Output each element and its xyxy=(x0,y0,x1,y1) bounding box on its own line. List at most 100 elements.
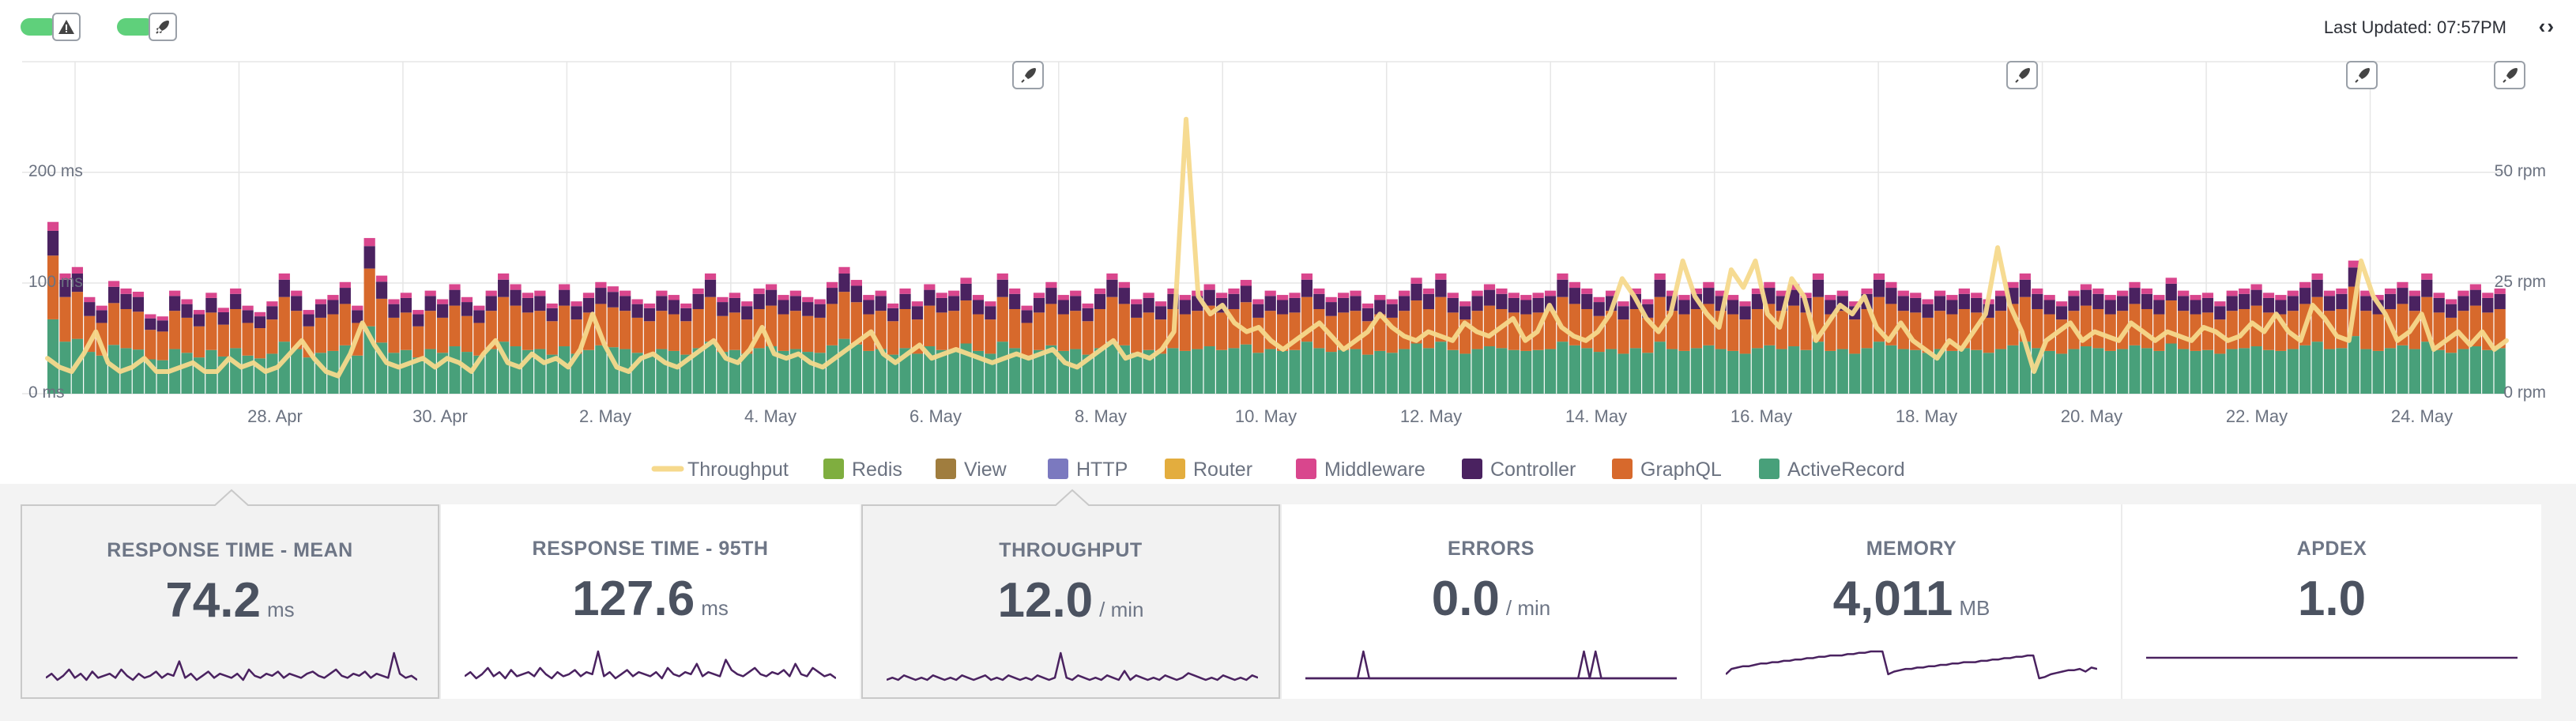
legend-item-throughput[interactable]: Throughput xyxy=(651,459,789,481)
legend-item-redis[interactable]: Redis xyxy=(823,459,902,481)
legend-label: HTTP xyxy=(1076,459,1128,481)
bar-segment-graphql xyxy=(498,296,510,342)
bar-segment-controller xyxy=(850,285,862,303)
bar-segment-graphql xyxy=(1629,308,1641,349)
metric-card-errors[interactable]: ERRORS 0.0/ min xyxy=(1282,504,1700,699)
bar-segment-middleware xyxy=(1361,303,1374,308)
metric-card-value: 4,011 MB xyxy=(1702,571,2121,627)
bar-segment-middleware xyxy=(2384,288,2397,294)
deploy-marker-rocket-icon[interactable] xyxy=(2494,61,2525,89)
bar-segment-activerecord xyxy=(850,344,862,394)
metric-card-throughput[interactable]: THROUGHPUT 12.0/ min xyxy=(861,489,1280,699)
bar-segment-graphql xyxy=(692,308,704,349)
bar-segment-middleware xyxy=(2299,281,2311,289)
legend-item-http[interactable]: HTTP xyxy=(1048,459,1128,481)
bar-segment-activerecord xyxy=(643,354,656,394)
legend-label: ActiveRecord xyxy=(1787,459,1905,481)
card-divider xyxy=(1280,504,1282,699)
bar-segment-middleware xyxy=(960,277,972,284)
legend-label: Redis xyxy=(852,459,902,481)
bar-segment-activerecord xyxy=(1289,349,1301,394)
bar-segment-middleware xyxy=(2055,301,2068,307)
bar-segment-controller xyxy=(1971,297,1983,313)
bar-segment-middleware xyxy=(1544,290,1557,296)
bar-segment-controller xyxy=(2494,293,2506,309)
deploys-toggle[interactable] xyxy=(117,11,177,43)
legend-item-graphql[interactable]: GraphQL xyxy=(1612,459,1722,481)
bar-segment-controller xyxy=(1264,296,1276,311)
chart-canvas: 0 ms 100 ms 200 ms 0 rpm 25 rpm 50 rpm 28. Apr… xyxy=(22,61,2546,481)
legend-item-controller[interactable]: Controller xyxy=(1462,459,1576,481)
bar-segment-controller xyxy=(217,311,229,325)
bar-segment-middleware xyxy=(1654,273,1666,280)
bar-segment-middleware xyxy=(1812,273,1825,280)
bar-segment-activerecord xyxy=(510,346,522,394)
bar-segment-controller xyxy=(84,302,96,316)
bar-segment-controller xyxy=(2226,296,2238,311)
metric-card-apdex[interactable]: APDEX 1.0 xyxy=(2122,504,2541,699)
bar-segment-middleware xyxy=(2043,295,2055,300)
rocket-icon[interactable] xyxy=(149,13,177,41)
bar-segment-controller xyxy=(1082,308,1094,322)
bar-segment-activerecord xyxy=(595,345,607,394)
bar-segment-middleware xyxy=(2092,288,2104,294)
deploy-marker-rocket-icon[interactable] xyxy=(2006,61,2038,89)
bar-segment-controller xyxy=(1361,308,1374,322)
metric-card-value: 12.0/ min xyxy=(863,572,1279,629)
deploy-marker-rocket-icon[interactable] xyxy=(1012,61,1044,89)
bar-segment-graphql xyxy=(145,330,156,360)
bar-segment-controller xyxy=(254,316,266,329)
metric-card-response-time-95th[interactable]: RESPONSE TIME - 95TH 127.6 ms xyxy=(441,504,860,699)
bar-segment-controller xyxy=(826,288,838,304)
bar-segment-activerecord xyxy=(1520,350,1532,394)
legend-label: Middleware xyxy=(1324,459,1425,481)
legend-item-activerecord[interactable]: ActiveRecord xyxy=(1759,459,1905,481)
bar-segment-graphql xyxy=(1678,314,1690,351)
legend-swatch xyxy=(1462,459,1482,479)
bar-segment-activerecord xyxy=(1447,349,1459,394)
metric-value-number: 0.0 xyxy=(1431,572,1500,626)
bar-segment-controller xyxy=(1471,296,1483,311)
bar-segment-middleware xyxy=(2032,288,2043,294)
bar-segment-activerecord xyxy=(1131,353,1143,394)
deploy-marker-rocket-icon[interactable] xyxy=(2346,61,2378,89)
legend-item-view[interactable]: View xyxy=(936,459,1007,481)
y-left-tick-label: 200 ms xyxy=(28,162,83,180)
bar-segment-graphql xyxy=(1070,311,1082,349)
bar-segment-graphql xyxy=(522,312,534,350)
bar-segment-middleware xyxy=(1897,290,1909,296)
bar-segment-middleware xyxy=(2433,293,2445,298)
metric-value-number: 1.0 xyxy=(2297,572,2367,626)
bar-segment-controller xyxy=(1934,296,1946,311)
bar-segment-graphql xyxy=(1240,302,1252,345)
time-nav-arrows[interactable]: ‹› xyxy=(2539,14,2555,39)
warning-icon[interactable] xyxy=(52,13,81,41)
legend-item-router[interactable]: Router xyxy=(1165,459,1252,481)
bar-segment-activerecord xyxy=(1192,349,1203,394)
bar-segment-activerecord xyxy=(1642,353,1654,394)
bar-segment-activerecord xyxy=(2433,349,2445,394)
bar-segment-controller xyxy=(936,297,947,313)
bar-segment-middleware xyxy=(1410,277,1422,284)
bar-segment-middleware xyxy=(2445,299,2457,304)
bar-segment-graphql xyxy=(1399,311,1410,349)
bar-segment-controller xyxy=(1118,288,1130,304)
bar-segment-graphql xyxy=(826,304,838,345)
metric-card-value: 0.0/ min xyxy=(1282,571,1700,627)
bar-segment-middleware xyxy=(2336,288,2348,294)
top-bar: Last Updated: 07:57PM ‹› xyxy=(0,0,2576,57)
bar-segment-controller xyxy=(1593,302,1605,316)
metric-card-memory[interactable]: MEMORY 4,011 MB xyxy=(1702,504,2121,699)
legend-item-middleware[interactable]: Middleware xyxy=(1296,459,1425,481)
bar-segment-middleware xyxy=(1496,288,1508,294)
bar-segment-graphql xyxy=(802,315,814,353)
bar-segment-middleware xyxy=(924,284,936,290)
bar-segment-activerecord xyxy=(704,342,717,394)
bar-segment-middleware xyxy=(582,293,595,298)
bar-segment-activerecord xyxy=(230,348,242,394)
metric-value-number: 127.6 xyxy=(572,572,695,626)
metric-card-response-time-mean[interactable]: RESPONSE TIME - MEAN 74.2 ms xyxy=(21,489,439,699)
bar-segment-graphql xyxy=(132,311,145,350)
card-divider xyxy=(1700,504,1702,699)
alerts-toggle[interactable] xyxy=(21,11,81,43)
